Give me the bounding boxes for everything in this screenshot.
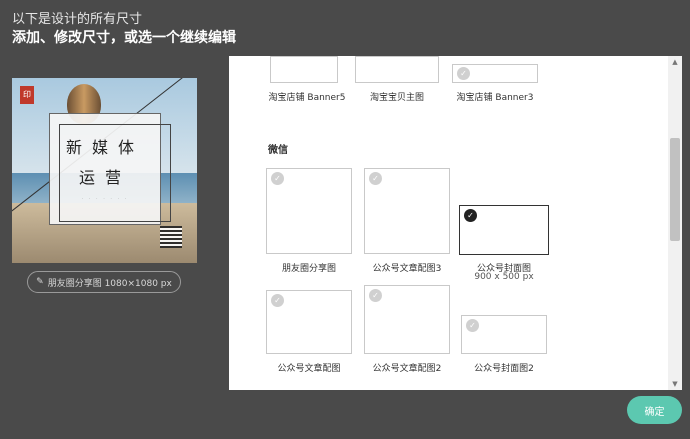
size-card-taobao-banner3[interactable]: ✓ xyxy=(452,64,538,83)
size-card-official-cover[interactable]: ✓ xyxy=(459,205,549,255)
size-card-label: 淘宝店铺 Banner3 xyxy=(456,93,534,103)
size-card-official-cover2[interactable]: ✓ xyxy=(461,315,547,354)
size-card-article-image[interactable]: ✓ xyxy=(266,290,352,354)
pencil-icon: ✎ xyxy=(36,277,44,287)
size-card-label: 淘宝宝贝主图 xyxy=(369,93,424,103)
size-card-taobao-main[interactable] xyxy=(355,56,439,83)
size-card-article-image3[interactable]: ✓ xyxy=(364,168,450,254)
check-icon: ✓ xyxy=(271,294,284,307)
check-icon: ✓ xyxy=(457,67,470,80)
size-card-label: 公众号文章配图3 xyxy=(372,264,442,274)
scroll-up-arrow-icon[interactable]: ▲ xyxy=(668,56,682,68)
size-card-label: 公众号文章配图 xyxy=(277,364,341,374)
scroll-down-arrow-icon[interactable]: ▼ xyxy=(668,378,682,390)
size-edit-button[interactable]: ✎ 朋友圈分享图 1080×1080 px xyxy=(27,271,181,293)
qr-code xyxy=(160,226,182,248)
size-card-label: 公众号文章配图2 xyxy=(372,364,442,374)
size-card-label: 淘宝店铺 Banner5 xyxy=(268,93,346,103)
design-preview[interactable]: 印 新媒体 运营 · · · · · · · xyxy=(12,78,197,263)
page-title: 添加、修改尺寸，或选一个继续编辑 xyxy=(12,30,236,46)
check-icon: ✓ xyxy=(369,289,382,302)
check-icon: ✓ xyxy=(466,319,479,332)
section-title-wechat: 微信 xyxy=(268,145,288,156)
confirm-button[interactable]: 确定 xyxy=(627,396,682,424)
size-card-label: 朋友圈分享图 xyxy=(281,264,336,274)
size-card-taobao-banner5[interactable] xyxy=(270,56,338,83)
size-card-dimensions: 900 x 500 px xyxy=(474,272,534,282)
check-icon: ✓ xyxy=(369,172,382,185)
check-icon: ✓ xyxy=(271,172,284,185)
checked-icon: ✓ xyxy=(464,209,477,222)
preview-frame xyxy=(59,124,171,222)
page-subtitle: 以下是设计的所有尺寸 xyxy=(12,12,143,27)
size-card-moments-share[interactable]: ✓ xyxy=(266,168,352,254)
scrollbar-thumb[interactable] xyxy=(670,138,680,241)
brand-logo: 印 xyxy=(20,86,34,104)
size-label: 朋友圈分享图 1080×1080 px xyxy=(47,278,172,289)
modal-scrollbar[interactable]: ▲ ▼ xyxy=(668,56,682,390)
size-card-article-image2[interactable]: ✓ xyxy=(364,285,450,354)
size-card-label: 公众号封面图2 xyxy=(474,364,534,374)
